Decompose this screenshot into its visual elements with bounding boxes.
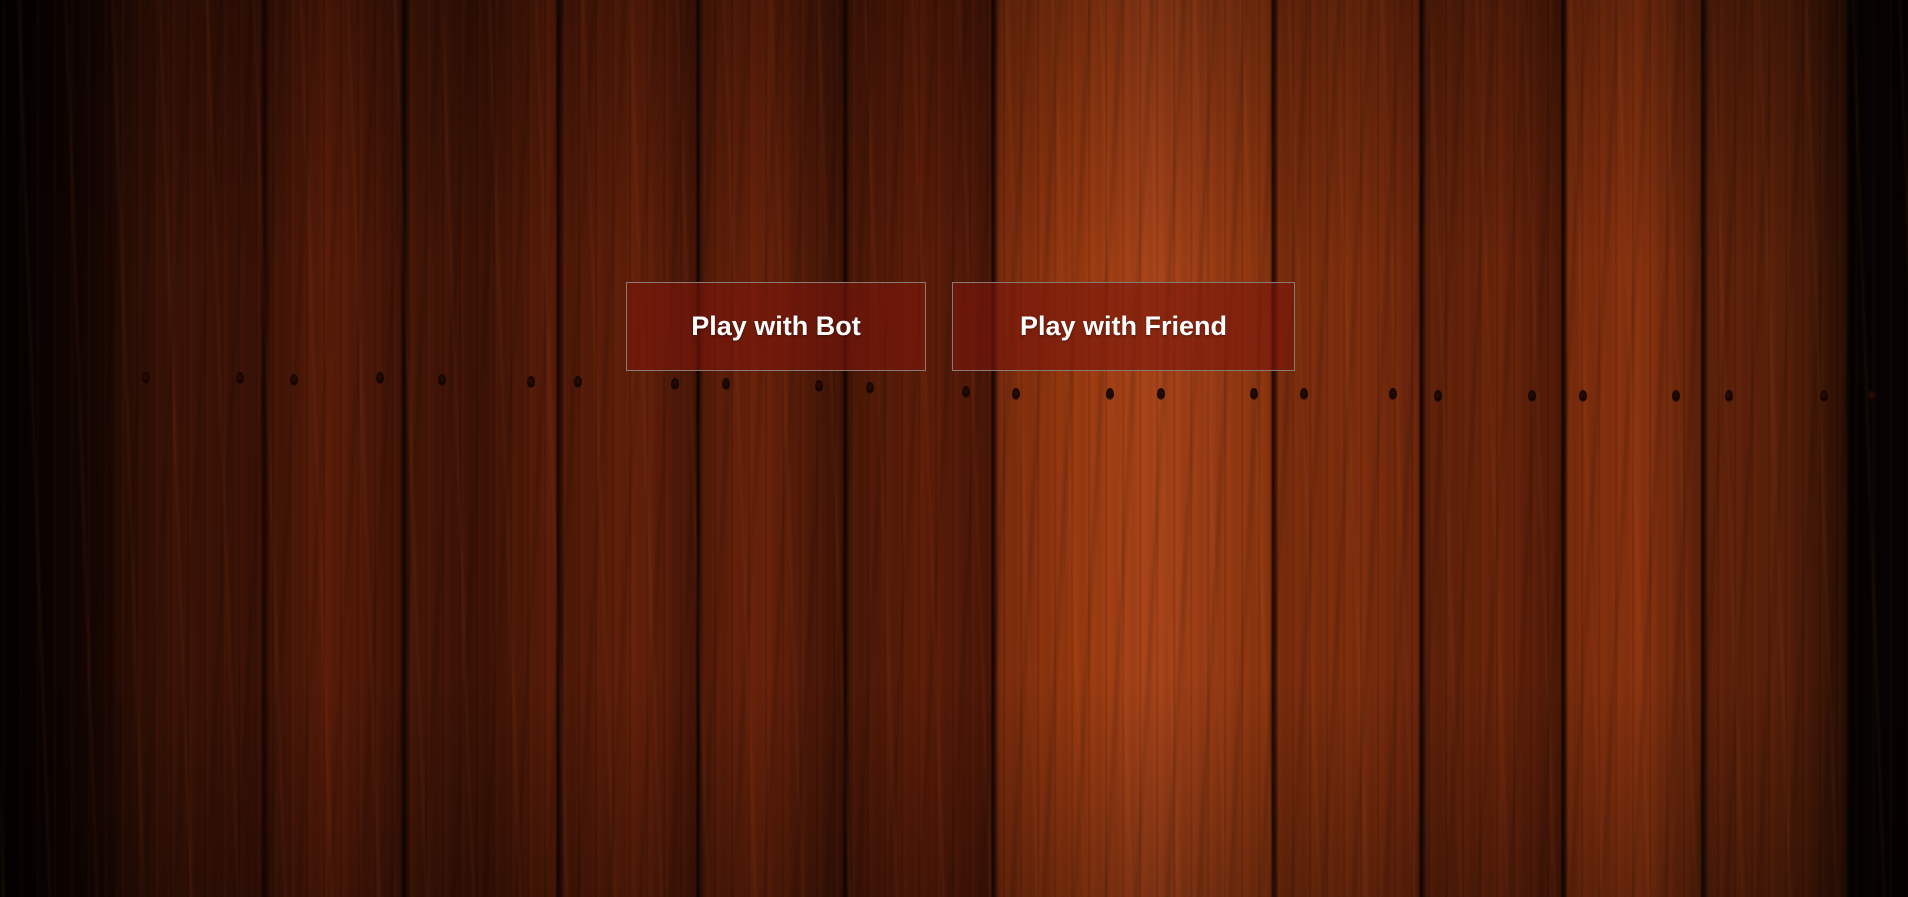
nail-icon: [527, 376, 535, 388]
nail-icon: [1250, 388, 1258, 400]
nail-icon: [1106, 388, 1114, 400]
nail-icon: [1820, 390, 1828, 402]
nail-icon: [1012, 388, 1020, 400]
nail-icon: [1300, 388, 1308, 400]
nail-icon: [1157, 388, 1165, 400]
nail-icon: [671, 378, 679, 390]
nail-icon: [722, 378, 730, 390]
nail-icon: [1579, 390, 1587, 402]
nail-icon: [1528, 390, 1536, 402]
wood-grain-texture: [0, 0, 1908, 897]
nail-icon: [1389, 388, 1397, 400]
nail-icon: [1868, 390, 1876, 402]
nail-icon: [815, 380, 823, 392]
nail-icon: [376, 372, 384, 384]
nail-icon: [236, 372, 244, 384]
nail-icon: [866, 382, 874, 394]
nail-icon: [290, 374, 298, 386]
game-mode-menu: Play with Bot Play with Friend: [626, 282, 1295, 371]
wood-background: Play with Bot Play with Friend: [0, 0, 1908, 897]
nail-icon: [1725, 390, 1733, 402]
play-with-bot-button[interactable]: Play with Bot: [626, 282, 926, 371]
wood-grain-streaks: [0, 0, 1908, 897]
nail-icon: [438, 374, 446, 386]
nail-icon: [142, 372, 150, 384]
nail-icon: [962, 386, 970, 398]
nail-icon: [574, 376, 582, 388]
play-with-friend-button[interactable]: Play with Friend: [952, 282, 1295, 371]
nail-icon: [1672, 390, 1680, 402]
nail-icon: [1434, 390, 1442, 402]
